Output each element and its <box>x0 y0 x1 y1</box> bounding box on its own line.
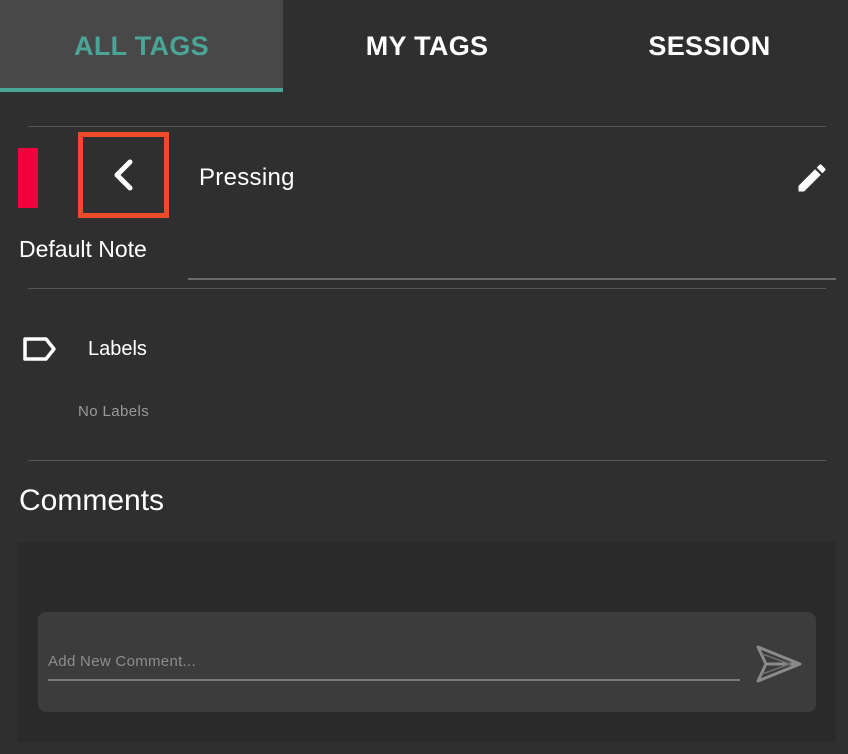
divider-comments <box>28 460 826 461</box>
tab-all-tags[interactable]: ALL TAGS <box>0 0 283 92</box>
back-button[interactable] <box>78 132 169 218</box>
divider-labels <box>28 288 826 289</box>
labels-empty-text: No Labels <box>78 403 150 420</box>
chevron-left-icon <box>114 159 132 191</box>
label-tag-icon <box>23 337 56 361</box>
comment-input[interactable] <box>48 643 740 681</box>
tab-my-tags[interactable]: MY TAGS <box>283 0 571 92</box>
tag-title: Pressing <box>199 164 295 191</box>
divider-top <box>28 126 826 127</box>
send-icon <box>756 645 802 683</box>
comments-title: Comments <box>19 484 165 517</box>
send-button[interactable] <box>754 642 804 686</box>
pencil-icon <box>798 164 826 192</box>
note-label: Default Note <box>19 236 147 262</box>
tag-color-swatch <box>18 148 38 208</box>
labels-title: Labels <box>88 338 147 360</box>
tab-bar: ALL TAGS MY TAGS SESSION <box>0 0 848 92</box>
edit-button[interactable] <box>794 160 830 196</box>
tab-session[interactable]: SESSION <box>571 0 848 92</box>
tag-detail-page: ALL TAGS MY TAGS SESSION Pressing Defaul… <box>0 0 848 754</box>
note-field[interactable] <box>188 278 836 280</box>
